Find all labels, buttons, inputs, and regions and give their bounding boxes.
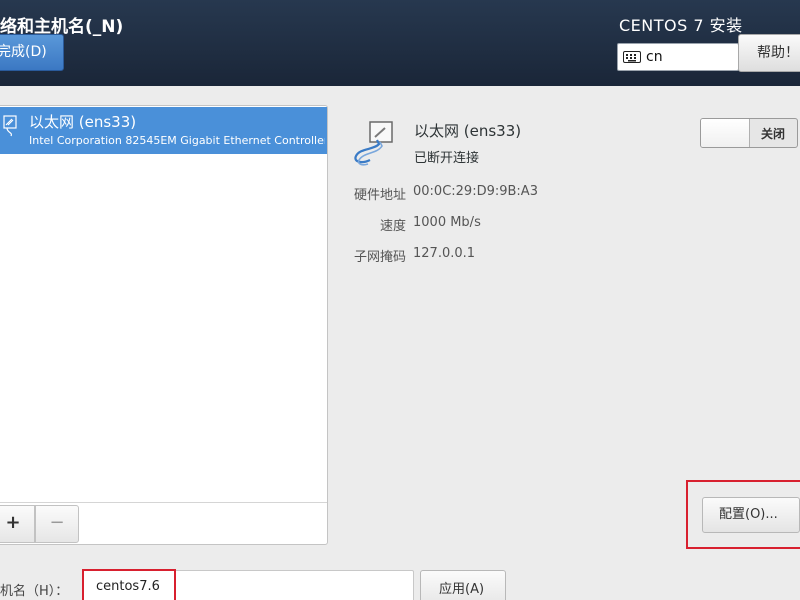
hostname-label: 机名（H）：	[0, 584, 69, 599]
device-list-item[interactable]: 以太网 (ens33) Intel Corporation 82545EM Gi…	[0, 107, 327, 154]
help-button[interactable]: 帮助！	[738, 34, 800, 72]
keyboard-layout-indicator[interactable]: cn	[617, 43, 739, 71]
connection-toggle[interactable]: 关闭	[700, 118, 798, 148]
device-description: Intel Corporation 82545EM Gigabit Ethern…	[29, 134, 325, 147]
done-button[interactable]: 完成(D)	[0, 34, 64, 71]
ethernet-icon	[3, 115, 17, 137]
keyboard-icon	[623, 51, 641, 63]
header-bar: 络和主机名(_N) 完成(D) CENTOS 7 安装 cn 帮助！	[0, 0, 800, 86]
apply-hostname-button[interactable]: 应用(A)	[420, 570, 506, 600]
toggle-label: 关闭	[761, 127, 786, 141]
remove-device-button[interactable]: −	[35, 505, 79, 543]
product-title: CENTOS 7 安装	[619, 16, 743, 35]
speed-label: 速度	[379, 219, 406, 234]
speed-value: 1000 Mb/s	[413, 215, 481, 230]
toggle-knob	[701, 119, 750, 147]
keyboard-layout-text: cn	[646, 49, 663, 65]
hardware-address-label: 硬件地址	[353, 188, 406, 203]
configure-button[interactable]: 配置(O)...	[702, 497, 800, 533]
hardware-address-value: 00:0C:29:D9:9B:A3	[413, 184, 538, 199]
add-device-button[interactable]: +	[0, 505, 35, 543]
subnet-mask-label: 子网掩码	[353, 250, 406, 265]
hostname-value: centos7.6	[96, 579, 160, 594]
device-detail-name: 以太网 (ens33)	[414, 122, 522, 140]
subnet-mask-value: 127.0.0.1	[413, 246, 476, 261]
device-name: 以太网 (ens33)	[29, 113, 137, 131]
connection-status: 已断开连接	[414, 151, 480, 166]
device-list-panel: 以太网 (ens33) Intel Corporation 82545EM Gi…	[0, 105, 328, 545]
ethernet-icon	[354, 121, 393, 166]
device-toolbar: + −	[0, 502, 327, 545]
